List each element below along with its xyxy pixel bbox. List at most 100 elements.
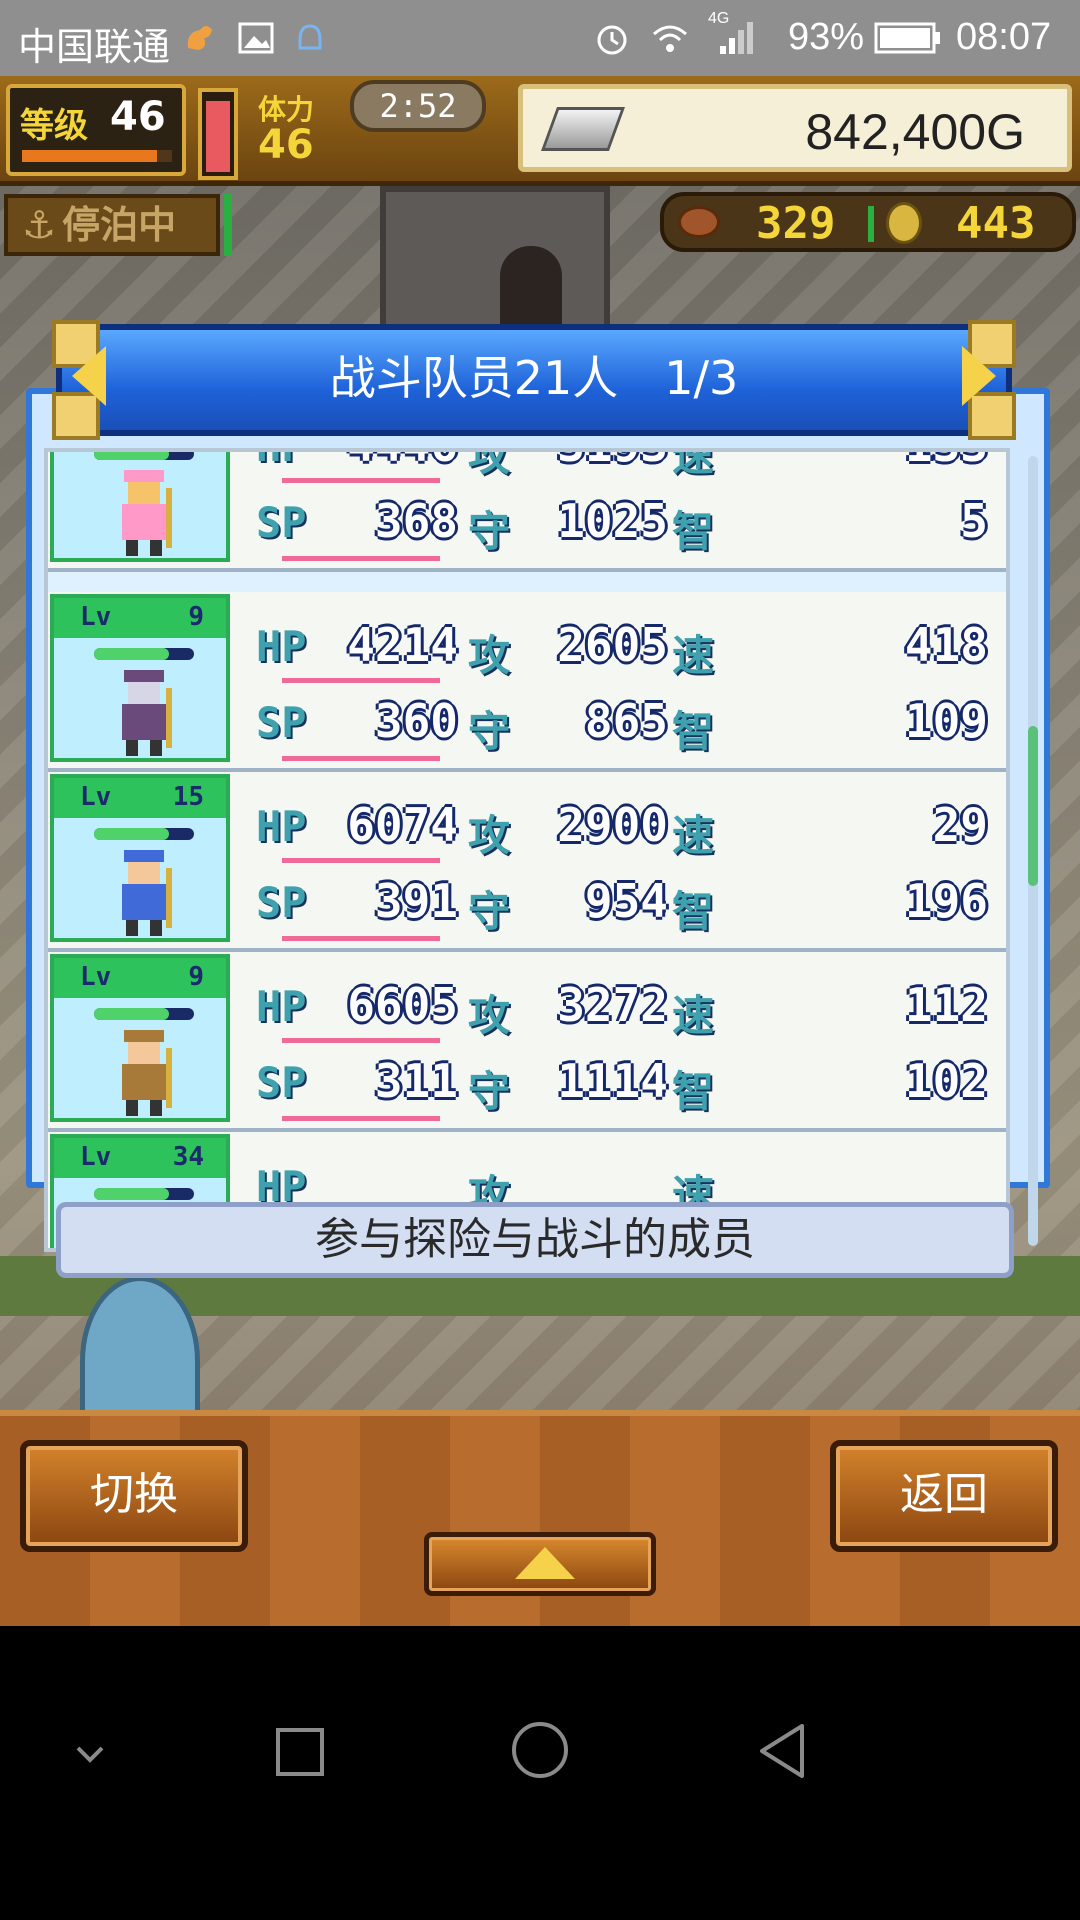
member-row[interactable]: Lv 3 HP 4446 SP 368 攻 3193 (48, 448, 1006, 572)
attack-label: 攻 (468, 631, 511, 680)
chevron-down-icon[interactable] (72, 1742, 108, 1766)
member-hp-gauge-fill (94, 648, 169, 660)
coin-icon (886, 202, 922, 244)
meat-value: 329 (756, 198, 836, 249)
hud-bar: 等级 46 体力 46 2:52 842,400G (0, 76, 1080, 186)
panel-title: 战斗队员21人 1/3 (329, 351, 739, 405)
alarm-icon (597, 25, 627, 55)
member-row[interactable]: Lv 15 HP 6074 SP 391 攻 2900 守 954 速 29 智… (48, 772, 1006, 952)
member-portrait[interactable]: Lv 3 (50, 452, 230, 562)
intelligence-label: 智 (672, 507, 715, 556)
status-bar: 中国联通 4G 93% 08:07 (0, 0, 1080, 76)
member-sp-value: 391 (374, 874, 458, 928)
hp-underline (282, 478, 440, 483)
member-sprite-icon (122, 470, 172, 556)
home-icon[interactable] (508, 1718, 572, 1782)
defense-label: 守 (468, 887, 511, 936)
member-level-value: 9 (188, 962, 204, 992)
sp-underline (282, 1116, 440, 1121)
scrollbar-thumb[interactable] (1028, 726, 1038, 886)
gallery-icon (238, 22, 274, 54)
up-arrow-icon (515, 1547, 575, 1579)
panel-caption: 参与探险与战斗的成员 (56, 1202, 1014, 1278)
member-hp-gauge-fill (94, 1188, 169, 1200)
docked-label: 停泊中 (62, 203, 177, 247)
back-nav-icon[interactable] (752, 1720, 812, 1782)
member-hp-gauge-fill (94, 828, 169, 840)
docked-status-badge: ⚓ 停泊中 (4, 194, 220, 256)
member-hp-value: 4214 (347, 618, 458, 672)
expand-up-button[interactable] (424, 1532, 656, 1596)
member-sp-value: 360 (374, 694, 458, 748)
member-defense-value: 1114 (557, 1054, 668, 1108)
sp-underline (282, 936, 440, 941)
speed-label: 速 (672, 631, 715, 680)
member-level-strip: Lv 9 (54, 598, 226, 638)
member-hp-gauge (94, 1008, 194, 1020)
member-speed-value: 29 (932, 798, 988, 852)
member-row[interactable]: Lv 9 HP 6605 SP 311 攻 3272 守 1114 速 112 … (48, 952, 1006, 1132)
member-defense-value: 954 (584, 874, 668, 928)
resource-separator (868, 206, 874, 242)
member-sprite-icon (122, 1030, 172, 1116)
hp-underline (282, 678, 440, 683)
member-list[interactable]: Lv 3 HP 4446 SP 368 攻 3193 (44, 448, 1010, 1252)
member-intelligence-value: 102 (904, 1054, 988, 1108)
carrier-name: 中国联通 (18, 27, 171, 69)
hp-underline (282, 1038, 440, 1043)
member-list-scrollbar[interactable] (1028, 456, 1038, 1246)
member-hp-gauge (94, 828, 194, 840)
member-level-strip: Lv 15 (54, 778, 226, 818)
member-level-value: 9 (188, 602, 204, 632)
member-portrait[interactable]: Lv 9 (50, 594, 230, 762)
member-speed-value: 133 (748, 452, 988, 472)
member-intelligence-value: 5 (960, 494, 988, 548)
coin-value: 443 (956, 198, 1036, 249)
recent-apps-icon[interactable] (270, 1722, 330, 1782)
member-attack-value: 3193 (518, 452, 668, 472)
member-level-strip: Lv 34 (54, 1138, 226, 1178)
member-level-strip: Lv 9 (54, 958, 226, 998)
member-hp-value: 4446 (298, 452, 458, 472)
panel-title-bar: 战斗队员21人 1/3 (52, 320, 1016, 440)
wifi-icon (653, 25, 687, 52)
member-defense-value: 1025 (557, 494, 668, 548)
robot-icon (298, 24, 322, 50)
back-button[interactable]: 返回 (830, 1440, 1058, 1552)
member-level-value: 15 (172, 782, 204, 812)
android-nav-bar (0, 1626, 1080, 1920)
member-defense-value: 865 (584, 694, 668, 748)
defense-label: 守 (468, 507, 511, 556)
speed-label: 速 (672, 448, 715, 480)
member-row[interactable]: Lv 9 HP 4214 SP 360 攻 2605 守 865 速 418 智… (48, 592, 1006, 772)
member-hp-value: 6605 (347, 978, 458, 1032)
intelligence-label: 智 (672, 707, 715, 756)
member-sprite-icon (122, 670, 172, 756)
stamina-gauge-fill (206, 100, 230, 172)
sp-underline (282, 756, 440, 761)
member-level-label: Lv (80, 962, 112, 992)
member-sp-value: 368 (374, 494, 458, 548)
anchor-icon: ⚓ (22, 203, 57, 247)
switch-button[interactable]: 切换 (20, 1440, 248, 1552)
intelligence-label: 智 (672, 1067, 715, 1116)
signal-icon (720, 22, 753, 54)
prev-page-arrow-icon[interactable] (72, 346, 106, 406)
defense-label: 守 (468, 707, 511, 756)
stamina-gauge (198, 88, 238, 180)
member-intelligence-value: 196 (904, 874, 988, 928)
member-level-value: 34 (172, 1142, 204, 1172)
docked-indicator (224, 194, 232, 256)
defense-label: 守 (468, 1067, 511, 1116)
next-page-arrow-icon[interactable] (962, 346, 996, 406)
member-hp-gauge-fill (94, 452, 169, 460)
member-portrait[interactable]: Lv 15 (50, 774, 230, 942)
battery-icon (874, 22, 940, 54)
member-sprite-icon (122, 850, 172, 936)
player-level-box: 等级 46 (6, 84, 186, 176)
member-portrait[interactable]: Lv 9 (50, 954, 230, 1122)
member-attack-value: 3272 (557, 978, 668, 1032)
meat-icon (678, 206, 720, 238)
clock: 08:07 (956, 16, 1052, 58)
level-label: 等级 (20, 106, 88, 146)
